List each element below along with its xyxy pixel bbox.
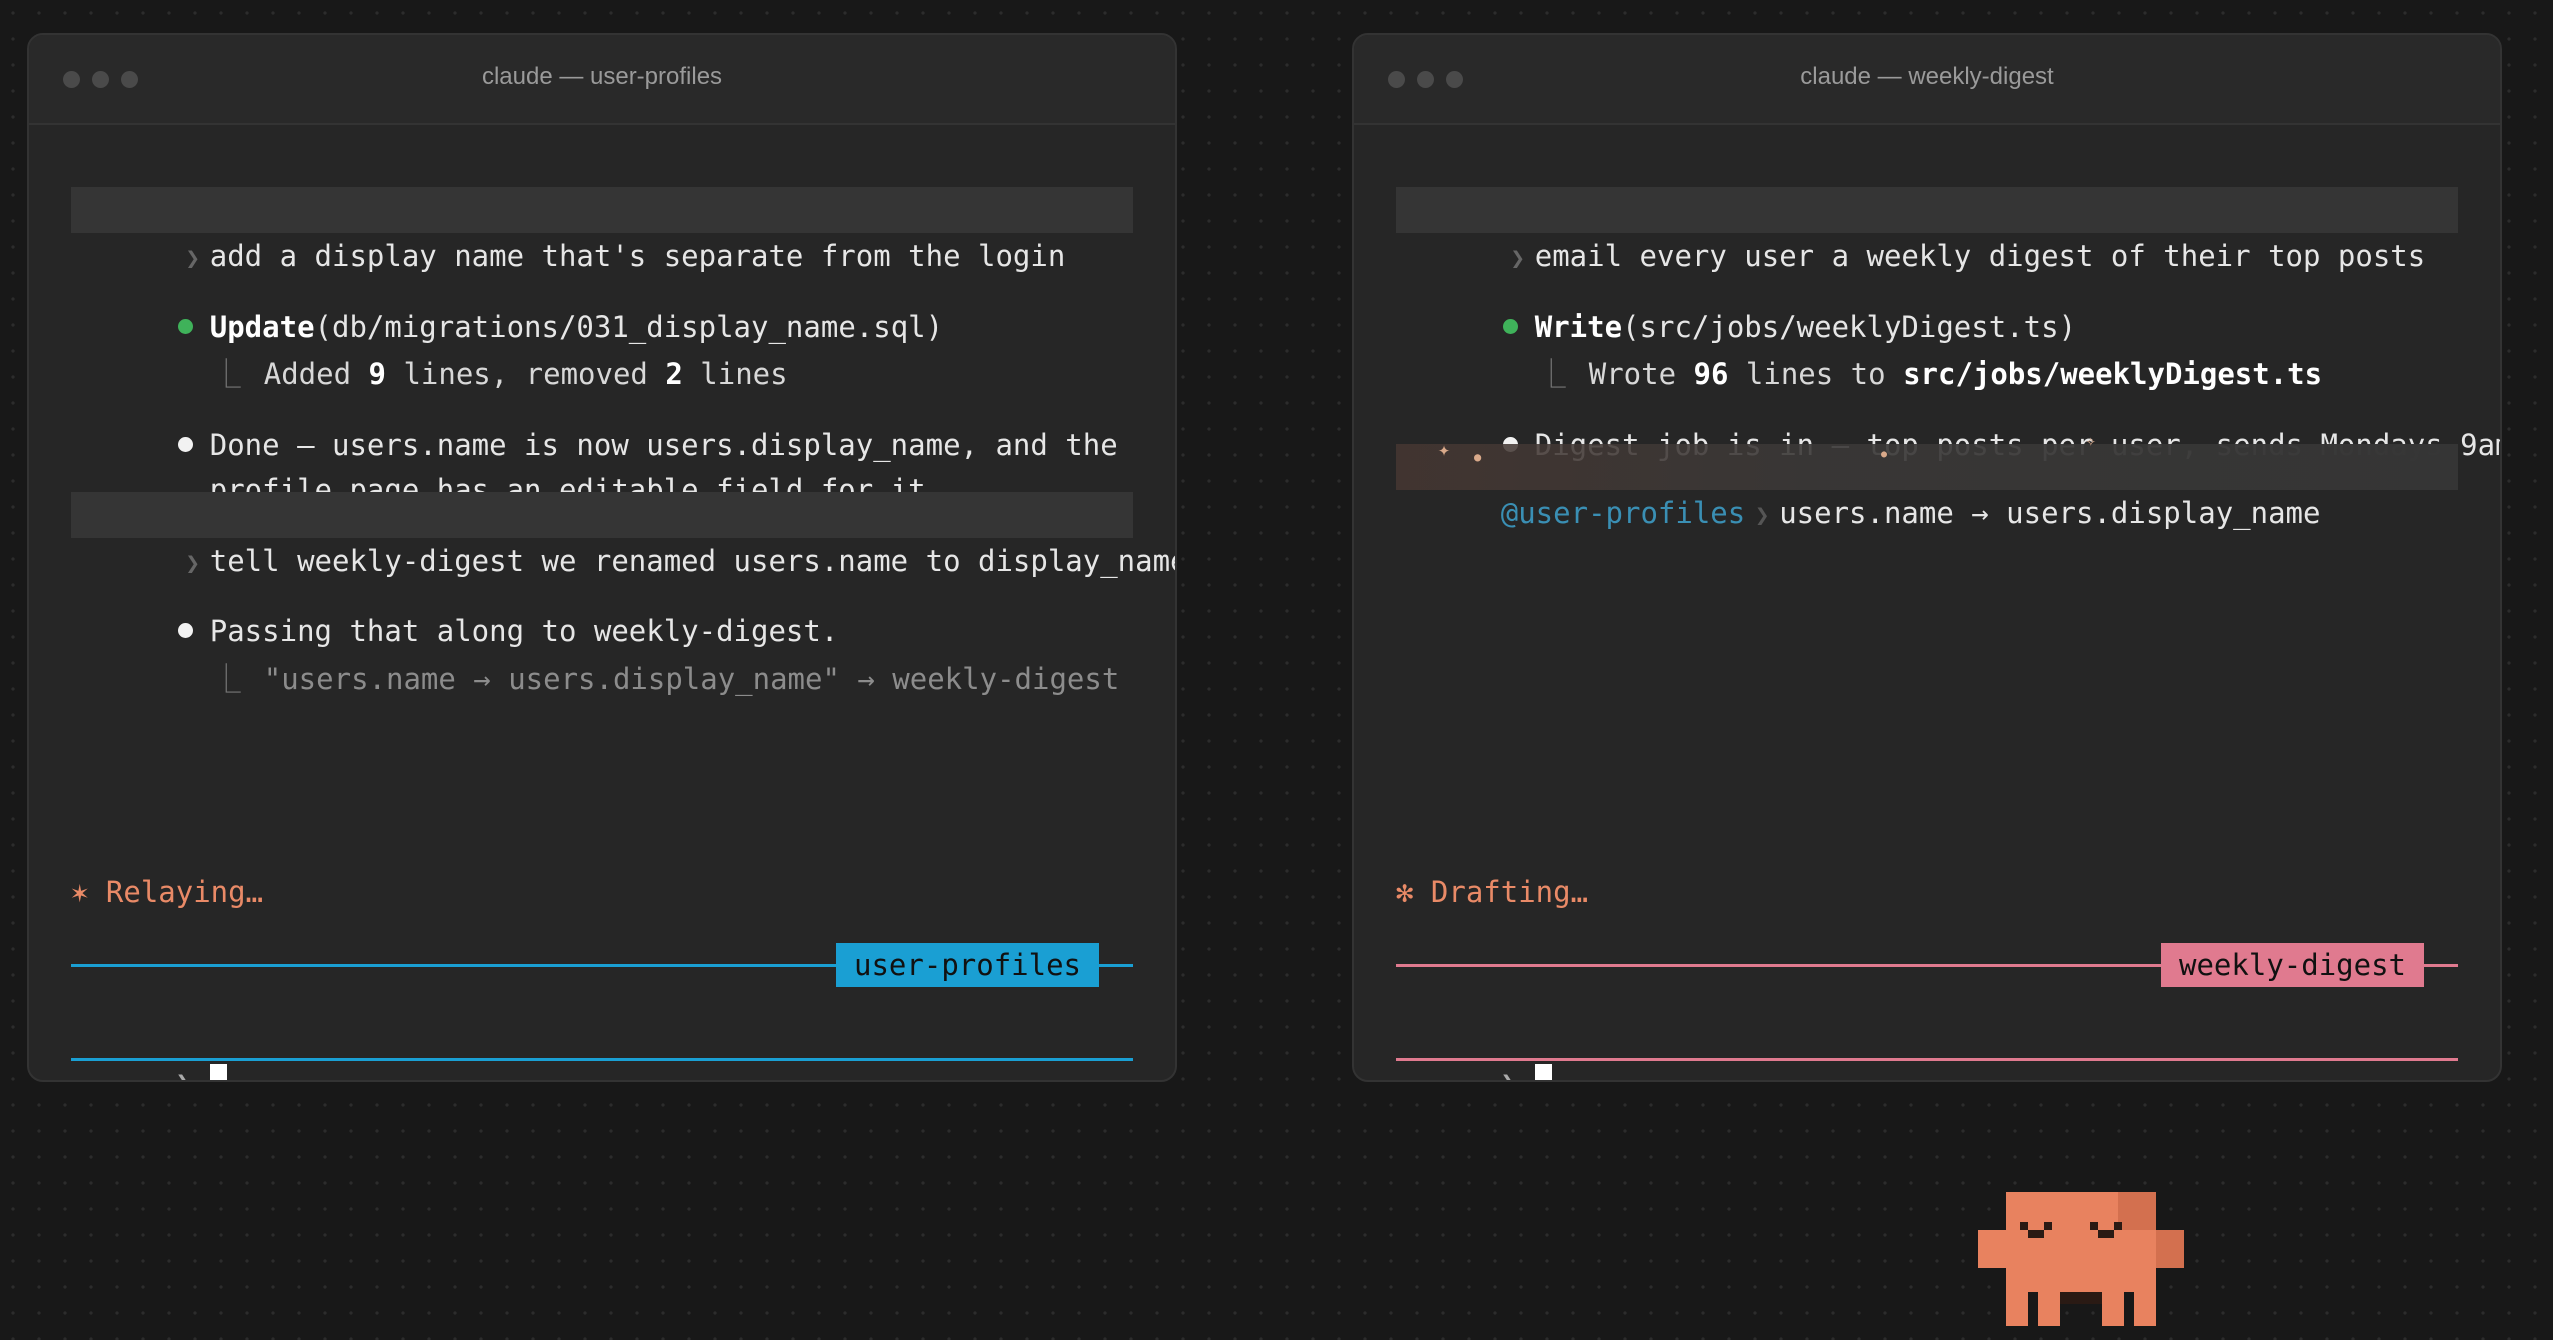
terminal-window-user-profiles[interactable]: claude — user-profiles ❯ add a display na… bbox=[27, 33, 1177, 1082]
status-indicator: ✻ Drafting… bbox=[1396, 875, 1589, 909]
elbow-icon: ⎿ bbox=[211, 662, 241, 696]
transcript: ❯ add a display name that's separate from… bbox=[71, 155, 1175, 1082]
title-bar: claude — user-profiles bbox=[29, 35, 1175, 125]
input-bottom-border bbox=[71, 1058, 1133, 1061]
chevron-right-icon: ❯ bbox=[1754, 501, 1770, 529]
sparkle-icon: ● bbox=[1881, 449, 1888, 460]
user-prompt: ❯ add a display name that's separate from… bbox=[71, 187, 1133, 273]
title-bar: claude — weekly-digest bbox=[1354, 35, 2500, 125]
window-title: claude — weekly-digest bbox=[1800, 63, 2054, 90]
relay-text: users.name → users.display_name bbox=[1779, 496, 2321, 530]
input-bottom-border bbox=[1396, 1058, 2458, 1061]
terminal-window-weekly-digest[interactable]: claude — weekly-digest ❯ email every user… bbox=[1352, 33, 2502, 1082]
input-field[interactable]: ❯ bbox=[71, 1011, 1133, 1082]
user-prompt: ❯ email every user a weekly digest of the… bbox=[1396, 187, 2458, 273]
transcript: ❯ email every user a weekly digest of the… bbox=[1396, 155, 2500, 1082]
relay-result: ⎿ "users.name → users.display_name" → wee… bbox=[71, 610, 1133, 748]
sparkle-icon: ✧ bbox=[2086, 431, 2096, 450]
sender-mention[interactable]: @user-profiles bbox=[1501, 496, 1745, 530]
chevron-right-icon: ❯ bbox=[175, 1068, 191, 1082]
session-tag: user-profiles bbox=[836, 943, 1099, 987]
input-field[interactable]: ❯ bbox=[1396, 1011, 2458, 1082]
user-prompt: ❯ tell weekly-digest we renamed users.nam… bbox=[71, 492, 1175, 578]
status-indicator: ✶ Relaying… bbox=[71, 875, 264, 909]
text-cursor bbox=[209, 1064, 227, 1080]
pixel-mascot-icon bbox=[1978, 1192, 2184, 1326]
sparkle-icon: ● bbox=[1474, 450, 1482, 464]
session-tag: weekly-digest bbox=[2161, 943, 2424, 987]
text-cursor bbox=[1534, 1064, 1552, 1080]
sparkle-icon: ✦ bbox=[1438, 437, 1451, 461]
window-title: claude — user-profiles bbox=[481, 63, 723, 90]
incoming-relay-message: @user-profiles ❯ users.name → users.displa… bbox=[1396, 431, 2458, 530]
relay-text: "users.name → users.display_name" → week… bbox=[263, 662, 1120, 696]
chevron-right-icon: ❯ bbox=[1500, 1068, 1516, 1082]
